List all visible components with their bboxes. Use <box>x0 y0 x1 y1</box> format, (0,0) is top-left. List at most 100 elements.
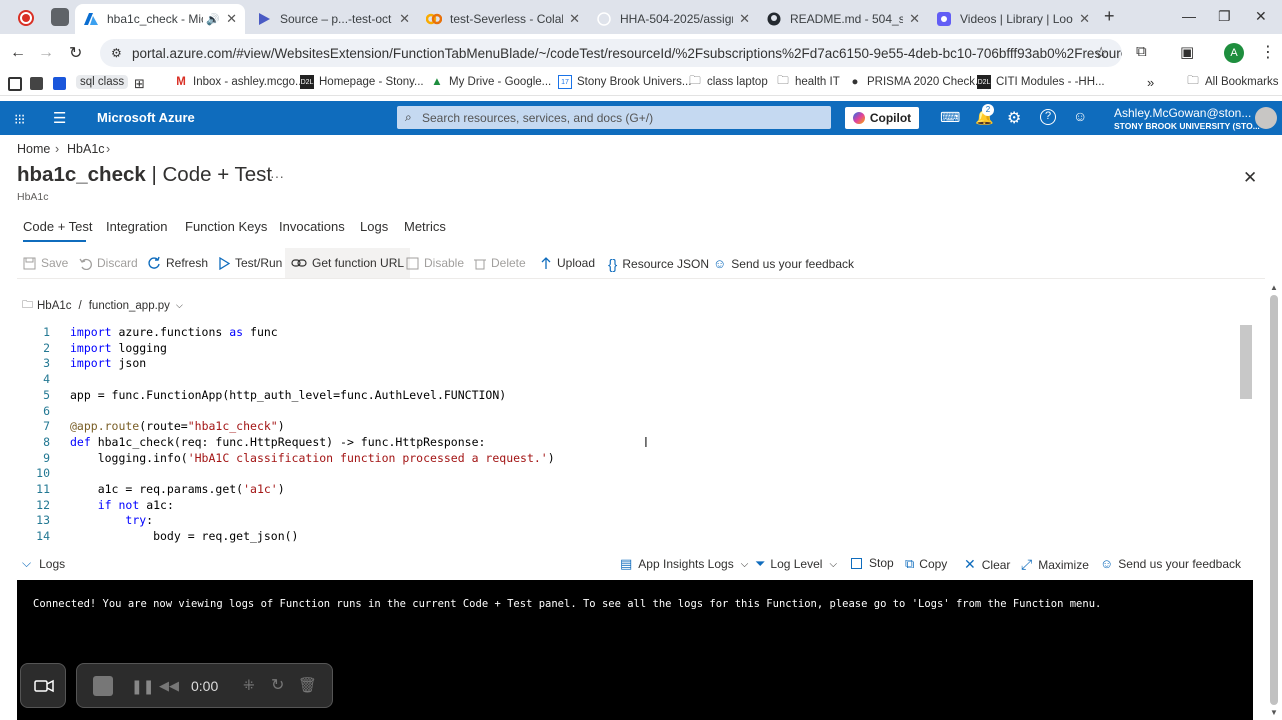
rewind-icon[interactable]: ◀◀ <box>159 678 179 694</box>
get-function-url-button[interactable]: Get function URL <box>285 248 411 278</box>
close-tab-icon[interactable]: ✕ <box>739 11 750 27</box>
close-tab-icon[interactable]: ✕ <box>909 11 920 27</box>
avatar[interactable]: A <box>1224 43 1244 63</box>
page-scrollbar[interactable] <box>1270 295 1278 705</box>
camera-button[interactable] <box>20 663 66 708</box>
save-button[interactable]: Save <box>23 256 68 270</box>
more-bookmarks-icon[interactable]: » <box>1147 75 1154 90</box>
settings-gear-icon[interactable]: ⚙ <box>1007 108 1021 128</box>
app-launcher-icon[interactable]: ⁝⁝⁝ <box>14 111 25 128</box>
tab-integration[interactable]: Integration <box>106 219 167 234</box>
clear-button[interactable]: ✕ Clear <box>964 556 1010 573</box>
close-tab-icon[interactable]: ✕ <box>226 11 237 27</box>
new-tab-icon[interactable]: + <box>1104 6 1115 27</box>
tab-code-test[interactable]: Code + Test <box>23 219 93 234</box>
breadcrumb-hba1c[interactable]: HbA1c <box>67 142 105 156</box>
minimize-icon[interactable]: — <box>1182 8 1196 24</box>
scroll-down-icon[interactable]: ▼ <box>1270 708 1278 717</box>
cloud-shell-icon[interactable]: ⌨ <box>940 109 960 126</box>
azure-search-input[interactable]: ⌕ Search resources, services, and docs (… <box>397 106 831 129</box>
copilot-button[interactable]: Copilot <box>845 107 919 129</box>
tab-metrics[interactable]: Metrics <box>404 219 446 234</box>
tab-invocations[interactable]: Invocations <box>279 219 345 234</box>
send-feedback-button[interactable]: ☺ Send us your feedback <box>713 256 854 271</box>
bookmark-star-icon[interactable]: ☆ <box>1094 43 1108 63</box>
extensions-icon[interactable]: ⧉ <box>1136 43 1147 60</box>
maximize-button[interactable]: ⤢ Maximize <box>1021 556 1089 573</box>
forward-icon[interactable]: → <box>38 44 54 62</box>
restore-icon[interactable]: ❐ <box>1218 8 1231 25</box>
bookmark-citi[interactable]: D2L CITI Modules - -HH... <box>977 75 1105 89</box>
feedback-icon[interactable]: ☺ <box>1073 108 1087 124</box>
bookmark-drive[interactable]: ▲ My Drive - Google... <box>430 75 551 89</box>
refresh-button[interactable]: Refresh <box>147 256 208 270</box>
more-options-icon[interactable]: ··· <box>270 168 284 184</box>
bookmark-class-laptop[interactable]: 🗀 class laptop <box>688 75 767 89</box>
copy-button[interactable]: ⧉ Copy <box>905 556 947 572</box>
close-blade-icon[interactable]: ✕ <box>1243 168 1257 188</box>
logs-feedback-button[interactable]: ☺ Send us your feedback <box>1100 556 1241 571</box>
bookmark-stony-brook[interactable]: 17 Stony Brook Univers... <box>558 75 691 89</box>
disable-button[interactable]: Disable <box>406 256 464 270</box>
site-info-icon[interactable]: ⚙ <box>111 46 122 60</box>
browser-tab-colab[interactable]: test-Severless - Colab ✕ <box>418 4 588 34</box>
resource-json-button[interactable]: {} Resource JSON <box>608 256 709 272</box>
bookmark-gmail[interactable]: M Inbox - ashley.mcgo... <box>174 75 304 89</box>
stop-button[interactable]: Stop <box>851 556 894 570</box>
bookmark-square-icon[interactable] <box>8 77 22 91</box>
window-close-icon[interactable]: ✕ <box>1255 8 1267 25</box>
line-number: 6 <box>43 403 50 418</box>
tab-function-keys[interactable]: Function Keys <box>185 219 267 234</box>
delete-button[interactable]: Delete <box>474 256 526 270</box>
test-run-button[interactable]: Test/Run <box>218 256 282 270</box>
cast-icon[interactable]: ▣ <box>1180 43 1194 61</box>
restart-icon[interactable]: ↻ <box>271 675 284 695</box>
user-name[interactable]: Ashley.McGowan@ston... <box>1114 106 1251 120</box>
reload-icon[interactable]: ↻ <box>69 43 82 63</box>
app-insights-logs-dropdown[interactable]: ▤ App Insights Logs ⌵ <box>620 556 748 572</box>
close-tab-icon[interactable]: ✕ <box>399 11 410 27</box>
upload-button[interactable]: Upload <box>540 256 595 270</box>
discard-button[interactable]: Discard <box>79 256 138 270</box>
record-icon[interactable] <box>18 10 34 26</box>
back-icon[interactable]: ← <box>10 44 26 62</box>
browser-tab-loom[interactable]: Videos | Library | Loom ✕ <box>928 4 1098 34</box>
logs-toggle[interactable]: ⌵ Logs <box>22 556 65 571</box>
log-level-dropdown[interactable]: ⏷ Log Level ⌵ <box>755 556 837 572</box>
trash-icon[interactable]: 🗑 <box>298 676 317 694</box>
grid-icon[interactable]: ⊞ <box>134 76 145 92</box>
azure-brand[interactable]: Microsoft Azure <box>97 110 195 125</box>
bookmark-square-icon[interactable] <box>30 77 43 90</box>
file-selector[interactable]: function_app.py <box>89 300 170 312</box>
browser-tab-azure[interactable]: hba1c_check - Micro 🔊 ✕ <box>75 4 245 34</box>
scroll-up-icon[interactable]: ▲ <box>1270 283 1278 292</box>
tab-group-icon[interactable] <box>51 8 69 26</box>
chevron-down-icon[interactable]: ⌵ <box>176 300 183 311</box>
hamburger-menu-icon[interactable]: ☰ <box>53 109 66 127</box>
help-icon[interactable]: ? <box>1040 109 1056 125</box>
bookmark-homepage[interactable]: D2L Homepage - Stony... <box>300 75 424 89</box>
editor-scrollbar-thumb[interactable] <box>1240 325 1252 399</box>
bookmark-health-it[interactable]: 🗀 health IT <box>776 75 840 89</box>
bookmark-square-icon[interactable] <box>53 77 66 90</box>
tab-logs[interactable]: Logs <box>360 219 388 234</box>
url-field[interactable]: ⚙ portal.azure.com/#view/WebsitesExtensi… <box>100 39 1122 67</box>
menu-kebab-icon[interactable]: ⋮ <box>1260 42 1276 62</box>
disable-icon <box>406 257 419 269</box>
pause-icon[interactable]: ❚❚ <box>131 678 154 695</box>
breadcrumb-home[interactable]: Home <box>17 142 50 156</box>
browser-tab-github-readme[interactable]: README.md - 504_serve ✕ <box>758 4 928 34</box>
stop-record-icon[interactable] <box>93 676 113 696</box>
bookmark-sql-class[interactable]: sql class <box>76 75 129 89</box>
close-tab-icon[interactable]: ✕ <box>1079 11 1090 27</box>
browser-tab-github-hha[interactable]: HHA-504-2025/assignme ✕ <box>588 4 758 34</box>
grid-icon[interactable]: ⁜ <box>243 677 255 694</box>
file-path-folder[interactable]: HbA1c <box>37 300 72 312</box>
all-bookmarks[interactable]: 🗀 All Bookmarks <box>1186 75 1278 89</box>
user-avatar[interactable] <box>1255 107 1277 129</box>
browser-tab-source[interactable]: Source – p...-test-oct – C ✕ <box>248 4 418 34</box>
bookmark-prisma[interactable]: ● PRISMA 2020 Check... <box>848 75 985 89</box>
code-line: try: <box>125 513 154 528</box>
code-editor[interactable]: 1 import azure.functions as func 2 import l… <box>18 323 1252 545</box>
close-tab-icon[interactable]: ✕ <box>569 11 580 27</box>
